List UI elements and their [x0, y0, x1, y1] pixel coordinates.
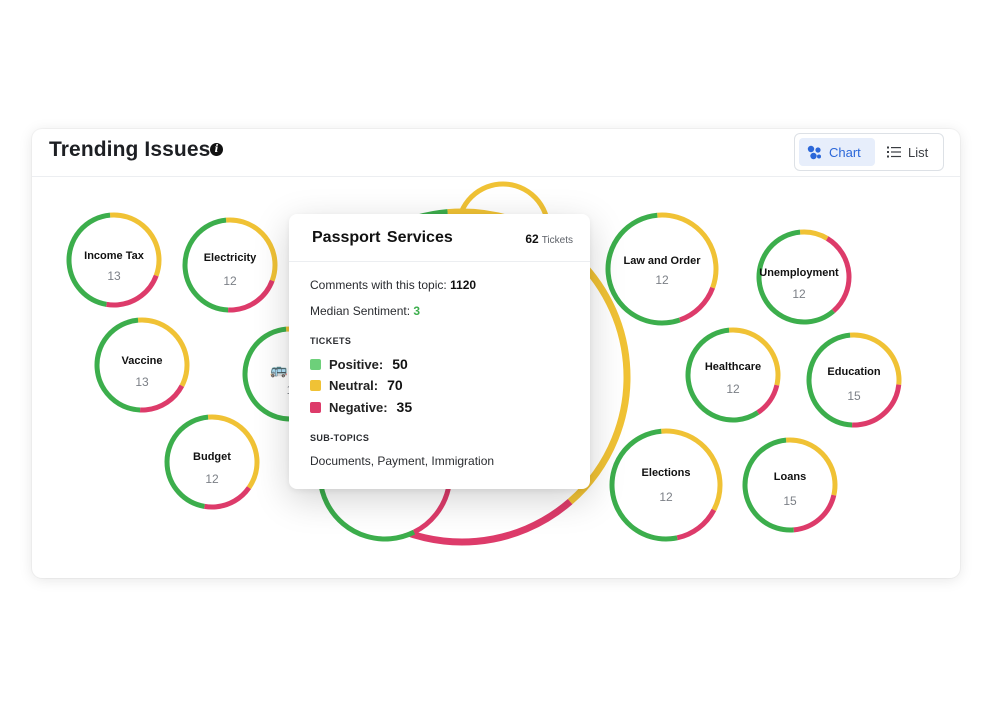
legend-negative: Negative: 35: [310, 399, 412, 415]
positive-label: Positive:: [329, 356, 384, 372]
subtopics-section-title: SUB-TOPICS: [310, 433, 370, 443]
bubble-label-electricity: Electricity: [203, 252, 257, 264]
bubble-label-budget: Budget: [193, 451, 231, 463]
negative-value: 35: [396, 399, 413, 415]
bubble-fill: [187, 222, 273, 308]
comments-value: 1120: [450, 278, 477, 292]
bubble-law-and-order[interactable]: [601, 208, 723, 330]
comments-row: Comments with this topic: 1120: [310, 278, 476, 292]
negative-label: Negative:: [329, 399, 388, 415]
bubble-label-unemployment: Unemployment: [759, 267, 839, 279]
bubble-count-vaccine: 13: [135, 375, 149, 389]
bubble-electricity[interactable]: [178, 213, 282, 317]
bubble-label-healthcare: Healthcare: [704, 361, 762, 373]
bubble-count-unemployment: 12: [792, 287, 806, 301]
bubble-loans[interactable]: [738, 433, 842, 537]
bubble-healthcare[interactable]: [681, 323, 785, 427]
subtopics-value: Documents, Payment, Immigration: [310, 454, 495, 468]
bubble-count-elections: 12: [659, 490, 673, 504]
bubble-count-income-tax: 13: [107, 269, 121, 283]
bubble-count-loans: 15: [783, 494, 797, 508]
bubble-label-loans: Loans: [773, 471, 807, 483]
positive-value: 50: [392, 356, 408, 372]
median-sentiment-value: 3: [413, 304, 421, 318]
bubble-label-elections: Elections: [641, 467, 691, 479]
bubble-education[interactable]: [802, 328, 906, 432]
median-sentiment-label: Median Sentiment:: [310, 304, 411, 318]
bubble-label-law-and-order: Law and Order: [623, 255, 701, 267]
bubble-count-budget: 12: [205, 472, 219, 486]
neutral-label: Neutral:: [329, 377, 379, 393]
negative-swatch: [310, 401, 321, 413]
bubble-fill: [747, 442, 833, 528]
median-sentiment-row: Median Sentiment: 3: [310, 304, 420, 318]
topic-tooltip: Passport Services 62 Tickets Comments wit…: [289, 214, 590, 489]
tickets-section-title: TICKETS: [310, 336, 352, 346]
tooltip-header: Passport Services 62 Tickets: [289, 214, 590, 262]
bubble-fill: [610, 217, 714, 321]
bubble-fill: [614, 433, 718, 537]
bubble-fill: [811, 337, 897, 423]
positive-swatch: [310, 358, 321, 370]
neutral-swatch: [310, 379, 321, 391]
comments-label: Comments with this topic:: [310, 278, 447, 292]
ticket-count-label: Tickets: [541, 235, 573, 246]
bubble-fill: [690, 332, 776, 418]
bubble-count-electricity: 12: [223, 274, 237, 288]
bubble-label-income-tax: Income Tax: [84, 250, 144, 262]
bubble-label-education: Education: [827, 366, 881, 378]
legend-positive: Positive: 50: [310, 356, 408, 372]
legend-neutral: Neutral: 70: [310, 377, 403, 393]
bubble-count-healthcare: 12: [726, 382, 740, 396]
ticket-count-value: 62: [525, 232, 539, 246]
bubble-label-vaccine: Vaccine: [121, 355, 163, 367]
tooltip-title: Passport Services: [312, 229, 453, 246]
bubble-count-law-and-order: 12: [655, 273, 669, 287]
tooltip-ticket-count: 62 Tickets: [525, 232, 573, 246]
bubble-elections[interactable]: [605, 424, 727, 546]
neutral-value: 70: [387, 377, 403, 393]
bubble-count-education: 15: [847, 389, 861, 403]
